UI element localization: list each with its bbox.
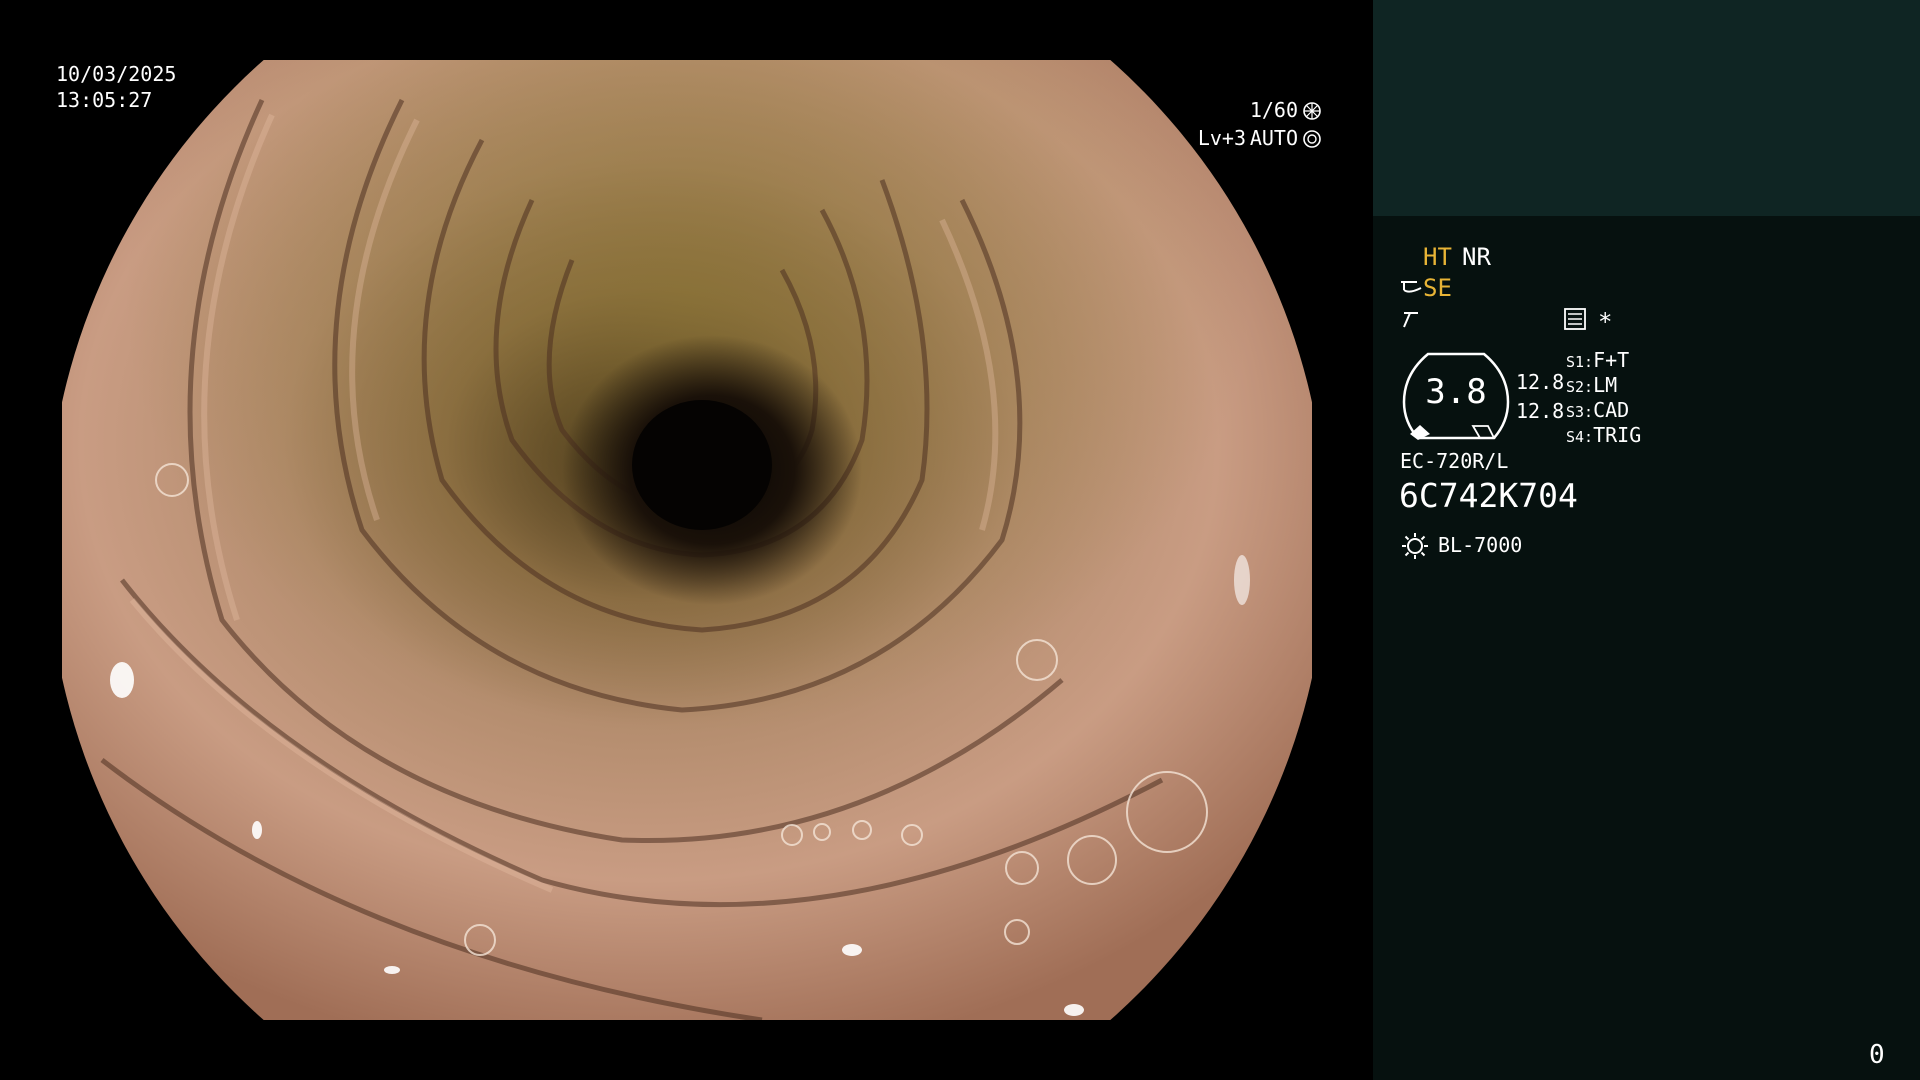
gauge-side-top: 12.8 bbox=[1516, 370, 1565, 394]
switch-item: S1:F+T bbox=[1566, 348, 1630, 372]
switch-list: S1:F+T S2:LM S3:CAD S4:TRIG bbox=[1566, 348, 1666, 448]
thumbnail-area bbox=[1373, 0, 1920, 216]
shutter-icon bbox=[1302, 101, 1322, 125]
nr-label: NR bbox=[1462, 243, 1491, 271]
scope-tip-icon bbox=[1399, 278, 1423, 302]
gauge-value: 3.8 bbox=[1425, 372, 1487, 412]
gauge-side-bottom: 12.8 bbox=[1516, 399, 1565, 423]
time-label: 13:05:27 bbox=[56, 88, 153, 112]
endoscopic-image bbox=[62, 60, 1312, 1020]
se-label: SE bbox=[1423, 274, 1452, 302]
bend-gauge: 3.8 bbox=[1398, 350, 1514, 442]
light-source: BL-7000 bbox=[1438, 533, 1523, 557]
status-panel: HT NR SE * 3.8 12.8 12.8 S1:F+T S2:LM S3… bbox=[1373, 0, 1920, 1080]
menu-icon bbox=[1564, 308, 1586, 334]
scope-model: EC-720R/L bbox=[1400, 449, 1509, 473]
switch-item: S4:TRIG bbox=[1566, 423, 1642, 447]
ht-label: HT bbox=[1423, 243, 1452, 271]
exposure-info: 1/60 Lv+3 AUTO bbox=[1195, 98, 1322, 154]
freeze-icon bbox=[1400, 305, 1422, 333]
lamp-icon bbox=[1400, 531, 1430, 565]
level-label: Lv+3 bbox=[1197, 126, 1246, 150]
switch-item: S2:LM bbox=[1566, 373, 1618, 397]
date-label: 10/03/2025 bbox=[56, 62, 177, 86]
shutter-label: 1/60 bbox=[1249, 98, 1298, 122]
iris-mode-label: AUTO bbox=[1249, 126, 1298, 150]
switch-item: S3:CAD bbox=[1566, 398, 1630, 422]
asterisk-label: * bbox=[1598, 308, 1613, 336]
video-panel: 10/03/2025 13:05:27 1/60 Lv+3 AUTO bbox=[0, 0, 1373, 1080]
lumen-image bbox=[62, 60, 1312, 1020]
scope-serial: 6C742K704 bbox=[1399, 476, 1578, 515]
page-counter: 0 bbox=[1869, 1040, 1885, 1070]
iris-icon bbox=[1302, 129, 1322, 153]
